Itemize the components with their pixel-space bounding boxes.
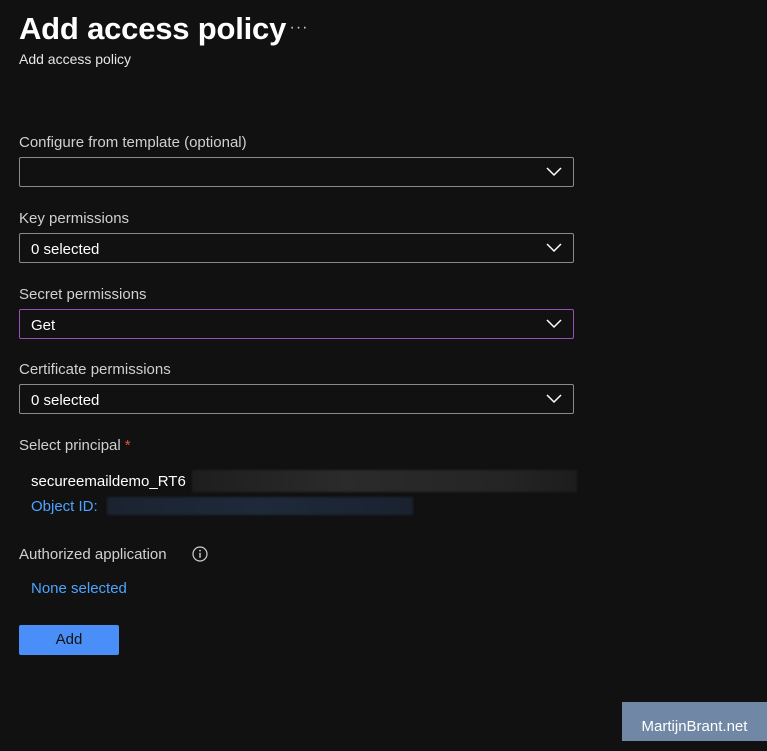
page-subtitle: Add access policy <box>19 51 132 67</box>
secret-permissions-value: Get <box>31 317 56 334</box>
select-principal-label: Select principal * <box>19 436 131 456</box>
page-title: Add access policy <box>19 11 287 46</box>
certificate-permissions-dropdown[interactable]: 0 selected <box>19 384 574 414</box>
watermark: MartijnBrant.net <box>622 702 767 741</box>
key-permissions-dropdown[interactable]: 0 selected <box>19 233 574 263</box>
redacted-object-id <box>107 497 413 515</box>
more-options-button[interactable]: ··· <box>288 16 310 40</box>
certificate-permissions-value: 0 selected <box>31 392 100 409</box>
key-permissions-label: Key permissions <box>19 210 130 227</box>
template-dropdown[interactable] <box>19 157 574 187</box>
chevron-down-icon <box>546 394 562 404</box>
principal-name: secureemaildemo_RT6 <box>31 473 186 490</box>
add-button[interactable]: Add <box>19 625 119 655</box>
certificate-permissions-label: Certificate permissions <box>19 361 171 378</box>
secret-permissions-dropdown[interactable]: Get <box>19 309 574 339</box>
required-marker: * <box>124 437 131 454</box>
chevron-down-icon <box>546 167 562 177</box>
info-icon[interactable] <box>192 546 208 562</box>
chevron-down-icon <box>546 319 562 329</box>
secret-permissions-label: Secret permissions <box>19 286 147 303</box>
select-principal-text: Select principal <box>19 437 121 454</box>
object-id-link[interactable]: Object ID: <box>31 497 98 516</box>
template-label: Configure from template (optional) <box>19 134 247 151</box>
authorized-application-label: Authorized application <box>19 546 167 563</box>
redacted-principal-name <box>192 470 577 492</box>
none-selected-link[interactable]: None selected <box>31 579 127 598</box>
key-permissions-value: 0 selected <box>31 241 100 258</box>
chevron-down-icon <box>546 243 562 253</box>
